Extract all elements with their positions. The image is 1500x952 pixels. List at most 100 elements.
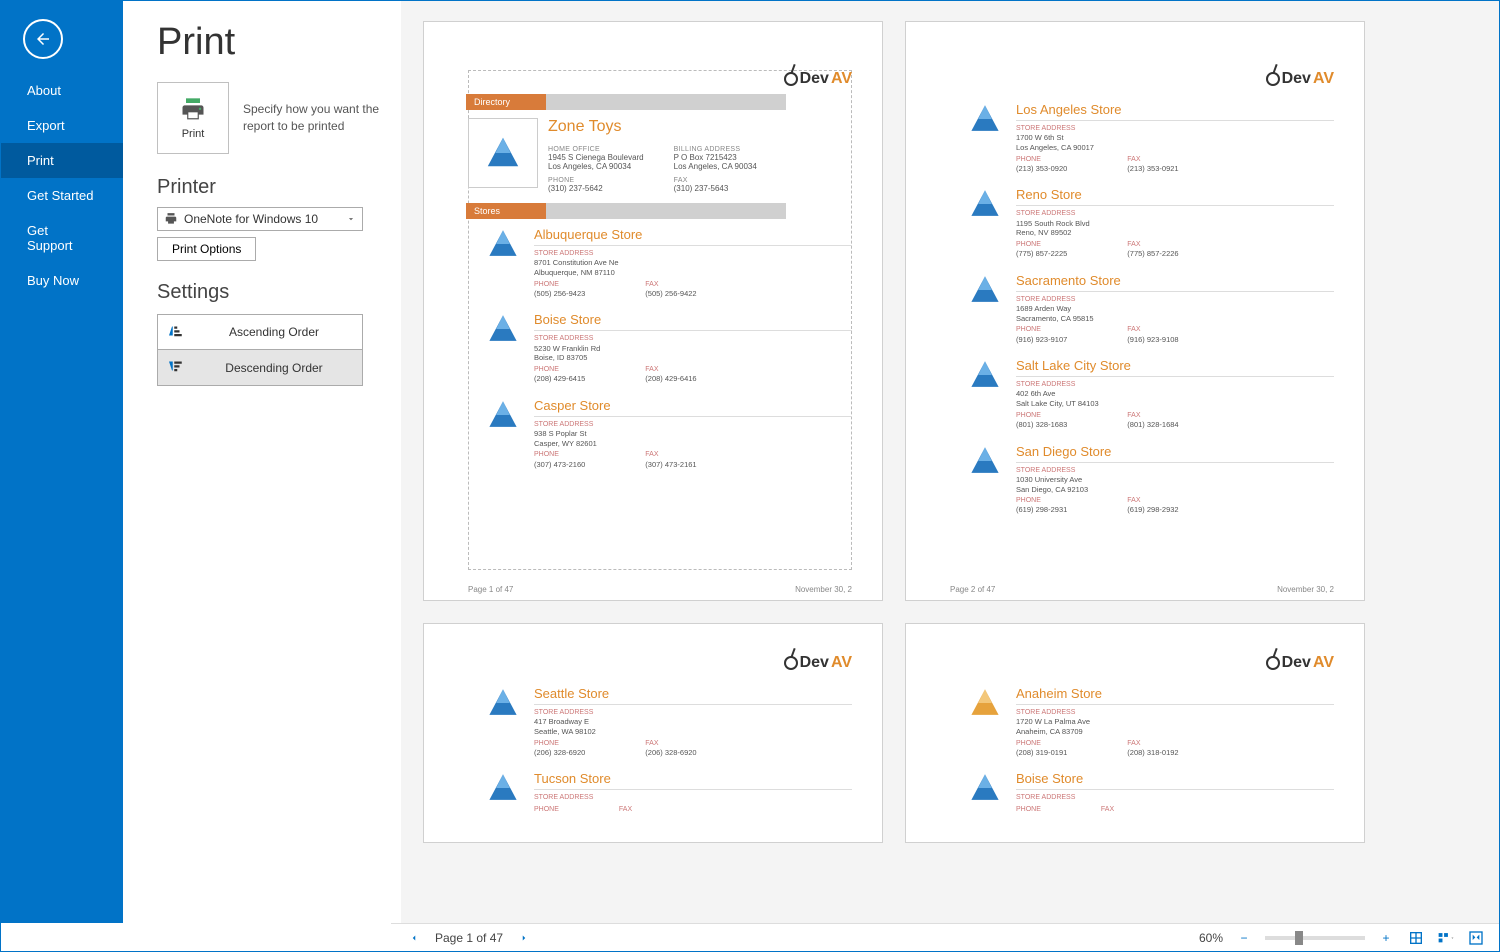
sort-ascending-option[interactable]: Ascending Order bbox=[157, 314, 363, 350]
store-fax: (208) 318-0192 bbox=[1127, 748, 1178, 758]
store-name: Los Angeles Store bbox=[1016, 102, 1334, 121]
fax-label: FAX bbox=[1127, 496, 1178, 505]
zoom-level: 60% bbox=[1199, 931, 1223, 945]
store-addr1: 5230 W Franklin Rd bbox=[534, 344, 852, 354]
store-name: Boise Store bbox=[534, 312, 852, 331]
billing-addr2: Los Angeles, CA 90034 bbox=[674, 162, 757, 171]
store-addr2: Seattle, WA 98102 bbox=[534, 727, 852, 737]
printer-selected: OneNote for Windows 10 bbox=[184, 212, 318, 226]
fax-label: FAX bbox=[645, 739, 696, 748]
store-addr2: Albuquerque, NM 87110 bbox=[534, 268, 852, 278]
store-fax: (619) 298-2932 bbox=[1127, 505, 1178, 515]
billing-addr1: P O Box 7215423 bbox=[674, 153, 757, 162]
store-phone: (916) 923-9107 bbox=[1016, 335, 1067, 345]
store-logo bbox=[950, 771, 1002, 813]
print-panel: Print Print Specify how you want the rep… bbox=[123, 1, 391, 923]
chevron-down-icon bbox=[346, 214, 356, 224]
store-addr2: Salt Lake City, UT 84103 bbox=[1016, 399, 1334, 409]
company-fax: (310) 237-5643 bbox=[674, 184, 757, 193]
printer-heading: Printer bbox=[157, 176, 391, 199]
nav-export[interactable]: Export bbox=[1, 108, 123, 143]
store-addr1: 938 S Poplar St bbox=[534, 429, 852, 439]
store-fax: (505) 256-9422 bbox=[645, 289, 696, 299]
pages-container[interactable]: DevAV Directory Zone Toys bbox=[401, 1, 1499, 923]
sort-asc-label: Ascending Order bbox=[194, 325, 354, 339]
store-phone: (505) 256-9423 bbox=[534, 289, 585, 299]
store-addr2: Anaheim, CA 83709 bbox=[1016, 727, 1334, 737]
store-address-label: STORE ADDRESS bbox=[1016, 209, 1334, 218]
next-page-button[interactable] bbox=[515, 929, 533, 947]
company-phone: (310) 237-5642 bbox=[548, 184, 644, 193]
sort-desc-label: Descending Order bbox=[194, 361, 354, 375]
store-addr1: 1720 W La Palma Ave bbox=[1016, 717, 1334, 727]
view-multi-page-button[interactable] bbox=[1437, 929, 1455, 947]
nav-get-support[interactable]: Get Support bbox=[1, 213, 123, 263]
fax-label: FAX bbox=[1127, 155, 1178, 164]
printer-dropdown[interactable]: OneNote for Windows 10 bbox=[157, 207, 363, 231]
home-office-addr1: 1945 S Cienega Boulevard bbox=[548, 153, 644, 162]
store-row: Reno StoreSTORE ADDRESS1195 South Rock B… bbox=[950, 179, 1334, 264]
zoom-in-button[interactable]: + bbox=[1377, 929, 1395, 947]
phone-label: PHONE bbox=[1016, 411, 1067, 420]
view-fit-button[interactable] bbox=[1467, 929, 1485, 947]
view-whole-page-button[interactable] bbox=[1407, 929, 1425, 947]
store-fax: (213) 353-0921 bbox=[1127, 164, 1178, 174]
devav-logo: DevAV bbox=[1266, 70, 1334, 88]
store-addr2: Casper, WY 82601 bbox=[534, 439, 852, 449]
fax-label: FAX bbox=[1101, 805, 1114, 814]
fax-label: FAX bbox=[1127, 739, 1178, 748]
store-row: Casper StoreSTORE ADDRESS938 S Poplar St… bbox=[468, 390, 852, 475]
fax-label: FAX bbox=[674, 177, 757, 184]
phone-label: PHONE bbox=[1016, 240, 1067, 249]
home-office-label: HOME OFFICE bbox=[548, 146, 644, 153]
phone-label: PHONE bbox=[1016, 496, 1067, 505]
page-title: Print bbox=[157, 21, 391, 64]
print-button[interactable]: Print bbox=[157, 82, 229, 154]
store-phone: (619) 298-2931 bbox=[1016, 505, 1067, 515]
print-options-button[interactable]: Print Options bbox=[157, 237, 256, 261]
billing-label: BILLING ADDRESS bbox=[674, 146, 757, 153]
fax-label: FAX bbox=[1127, 411, 1178, 420]
store-logo bbox=[468, 686, 520, 757]
fax-label: FAX bbox=[645, 280, 696, 289]
store-fax: (206) 328-6920 bbox=[645, 748, 696, 758]
store-logo bbox=[468, 312, 520, 383]
phone-label: PHONE bbox=[1016, 325, 1067, 334]
nav-about[interactable]: About bbox=[1, 73, 123, 108]
store-addr1: 402 6th Ave bbox=[1016, 389, 1334, 399]
nav-buy-now[interactable]: Buy Now bbox=[1, 263, 123, 298]
store-row: Salt Lake City StoreSTORE ADDRESS402 6th… bbox=[950, 350, 1334, 435]
nav-get-started[interactable]: Get Started bbox=[1, 178, 123, 213]
store-phone: (208) 429-6415 bbox=[534, 374, 585, 384]
store-row: Boise Store STORE ADDRESS PHONE FAX bbox=[950, 763, 1334, 819]
prev-page-button[interactable] bbox=[405, 929, 423, 947]
phone-label: PHONE bbox=[548, 177, 644, 184]
store-fax: (307) 473-2161 bbox=[645, 460, 696, 470]
print-description: Specify how you want the report to be pr… bbox=[243, 101, 383, 135]
back-button[interactable] bbox=[23, 19, 63, 59]
store-phone: (307) 473-2160 bbox=[534, 460, 585, 470]
store-row: Sacramento StoreSTORE ADDRESS1689 Arden … bbox=[950, 265, 1334, 350]
zoom-slider[interactable] bbox=[1265, 936, 1365, 940]
page-footer-right: November 30, 2 bbox=[795, 585, 852, 594]
store-name: Casper Store bbox=[534, 398, 852, 417]
store-name: Boise Store bbox=[1016, 771, 1334, 790]
fax-label: FAX bbox=[619, 805, 632, 814]
preview-page-4[interactable]: DevAV Anaheim StoreSTORE ADDRESS1720 W L… bbox=[905, 623, 1365, 843]
page-footer-left: Page 1 of 47 bbox=[468, 585, 513, 594]
nav-print[interactable]: Print bbox=[1, 143, 123, 178]
store-addr2: Reno, NV 89502 bbox=[1016, 228, 1334, 238]
phone-label: PHONE bbox=[1016, 805, 1041, 814]
sort-descending-option[interactable]: Descending Order bbox=[157, 350, 363, 386]
zoom-out-button[interactable]: − bbox=[1235, 929, 1253, 947]
store-name: Anaheim Store bbox=[1016, 686, 1334, 705]
preview-page-2[interactable]: DevAV Los Angeles StoreSTORE ADDRESS1700… bbox=[905, 21, 1365, 601]
store-addr2: Sacramento, CA 95815 bbox=[1016, 314, 1334, 324]
store-name: Tucson Store bbox=[534, 771, 852, 790]
store-addr2: San Diego, CA 92103 bbox=[1016, 485, 1334, 495]
store-phone: (801) 328-1683 bbox=[1016, 420, 1067, 430]
preview-page-1[interactable]: DevAV Directory Zone Toys bbox=[423, 21, 883, 601]
store-address-label: STORE ADDRESS bbox=[1016, 793, 1334, 802]
preview-page-3[interactable]: DevAV Seattle StoreSTORE ADDRESS417 Broa… bbox=[423, 623, 883, 843]
store-name: Albuquerque Store bbox=[534, 227, 852, 246]
